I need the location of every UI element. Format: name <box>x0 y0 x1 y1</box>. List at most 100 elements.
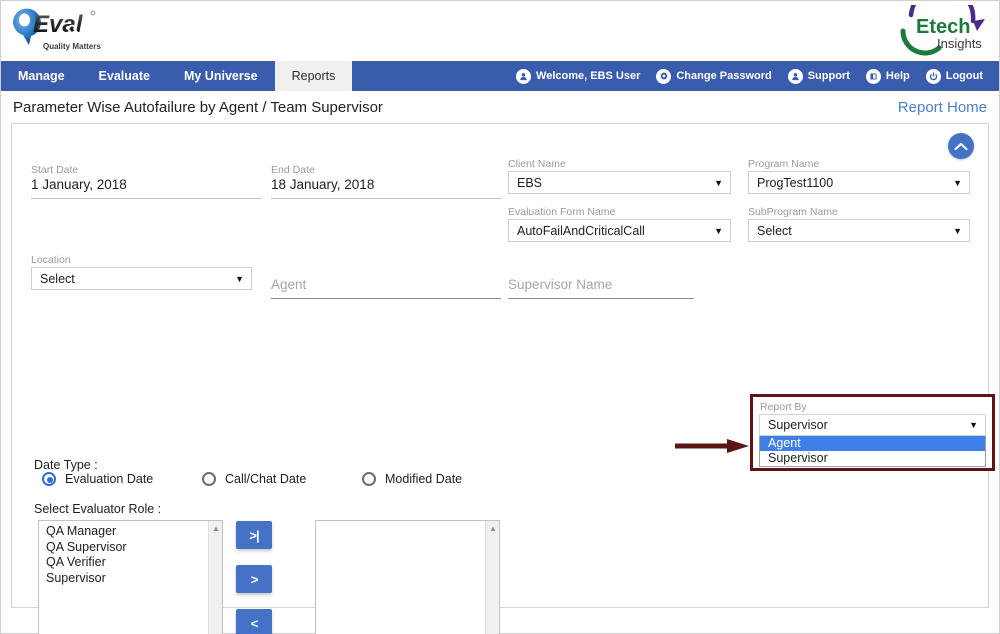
svg-text:Eval: Eval <box>33 11 84 38</box>
report-by-option-agent[interactable]: Agent <box>760 436 985 451</box>
change-password-label: Change Password <box>676 70 771 82</box>
evaluation-form-name-field[interactable]: Evaluation Form Name AutoFailAndCritical… <box>508 206 731 242</box>
evaluator-role-label: Select Evaluator Role : <box>34 502 161 516</box>
report-by-value: Supervisor <box>768 418 828 432</box>
agent-field[interactable]: Agent <box>271 277 501 299</box>
selected-roles-items <box>316 524 485 634</box>
start-date-value[interactable]: 1 January, 2018 <box>31 177 261 199</box>
available-roles-listbox[interactable]: QA Manager QA Supervisor QA Verifier Sup… <box>38 520 223 634</box>
nav-item-manage[interactable]: Manage <box>1 61 82 91</box>
list-item[interactable]: QA Supervisor <box>46 540 201 556</box>
page-title: Parameter Wise Autofailure by Agent / Te… <box>13 99 383 116</box>
filter-panel: Start Date 1 January, 2018 End Date 18 J… <box>11 123 989 608</box>
radio-call-chat-date[interactable]: Call/Chat Date <box>202 472 306 486</box>
main-navigation-bar: Manage Evaluate My Universe Reports Welc… <box>1 61 999 91</box>
location-value: Select <box>40 272 75 286</box>
nav-item-my-universe[interactable]: My Universe <box>167 61 275 91</box>
report-home-link[interactable]: Report Home <box>898 99 987 116</box>
client-name-select[interactable]: EBS ▼ <box>508 171 731 194</box>
logout-label: Logout <box>946 70 983 82</box>
welcome-user-item[interactable]: Welcome, EBS User <box>508 69 648 84</box>
program-name-label: Program Name <box>748 158 970 170</box>
annotation-arrow-icon <box>675 438 751 454</box>
move-left-button[interactable]: < <box>236 609 272 634</box>
utility-nav-group: Welcome, EBS User Change Password Suppor… <box>508 61 999 91</box>
location-field[interactable]: Location Select ▼ <box>31 254 252 290</box>
nav-item-evaluate[interactable]: Evaluate <box>82 61 167 91</box>
chevron-down-icon: ▼ <box>969 420 978 430</box>
help-label: Help <box>886 70 910 82</box>
location-select[interactable]: Select ▼ <box>31 267 252 290</box>
radio-modified-date-label: Modified Date <box>385 472 462 486</box>
client-name-field[interactable]: Client Name EBS ▼ <box>508 158 731 194</box>
start-date-field[interactable]: Start Date 1 January, 2018 <box>31 164 261 199</box>
support-label: Support <box>808 70 850 82</box>
available-roles-scrollbar[interactable]: ▲ ▼ <box>208 521 222 634</box>
chevron-down-icon: ▼ <box>953 226 962 236</box>
move-all-right-button[interactable]: >| <box>236 521 272 549</box>
report-by-option-supervisor[interactable]: Supervisor <box>760 451 985 466</box>
report-by-options-list: Agent Supervisor <box>759 436 986 467</box>
move-right-button[interactable]: > <box>236 565 272 593</box>
program-name-field[interactable]: Program Name ProgTest1100 ▼ <box>748 158 970 194</box>
supervisor-name-input-placeholder[interactable]: Supervisor Name <box>508 277 694 299</box>
start-date-label: Start Date <box>31 164 261 176</box>
chevron-down-icon: ▼ <box>714 178 723 188</box>
radio-evaluation-date-label: Evaluation Date <box>65 472 153 486</box>
list-item[interactable]: Supervisor <box>46 571 201 587</box>
selected-roles-listbox[interactable]: ▲ ▼ <box>315 520 500 634</box>
supervisor-name-field[interactable]: Supervisor Name <box>508 277 694 299</box>
book-icon <box>866 69 881 84</box>
list-item[interactable]: QA Manager <box>46 524 201 540</box>
scroll-up-arrow-icon[interactable]: ▲ <box>486 521 500 535</box>
move-all-right-icon: >| <box>249 528 258 543</box>
radio-indicator <box>42 472 56 486</box>
logout-item[interactable]: Logout <box>918 69 991 84</box>
radio-indicator <box>362 472 376 486</box>
end-date-label: End Date <box>271 164 501 176</box>
etech-insights-logo: Etech Insights <box>899 5 991 57</box>
help-item[interactable]: Help <box>858 69 918 84</box>
program-name-select[interactable]: ProgTest1100 ▼ <box>748 171 970 194</box>
chevron-down-icon: ▼ <box>235 274 244 284</box>
chevron-down-icon: ▼ <box>953 178 962 188</box>
location-label: Location <box>31 254 252 266</box>
radio-indicator <box>202 472 216 486</box>
branding-bar: Eval Quality Matters Etech Insights <box>1 1 999 61</box>
client-name-label: Client Name <box>508 158 731 170</box>
available-roles-items: QA Manager QA Supervisor QA Verifier Sup… <box>39 524 208 634</box>
radio-modified-date[interactable]: Modified Date <box>362 472 462 486</box>
radio-call-chat-date-label: Call/Chat Date <box>225 472 306 486</box>
program-name-value: ProgTest1100 <box>757 176 833 190</box>
scroll-up-arrow-icon[interactable]: ▲ <box>209 521 223 535</box>
svg-text:Quality Matters: Quality Matters <box>43 42 101 51</box>
agent-input-placeholder[interactable]: Agent <box>271 277 501 299</box>
support-item[interactable]: Support <box>780 69 858 84</box>
report-by-label: Report By <box>760 401 986 413</box>
application-window: Eval Quality Matters Etech Insights Mana… <box>0 0 1000 634</box>
welcome-user-label: Welcome, EBS User <box>536 70 640 82</box>
svg-text:Insights: Insights <box>937 36 982 51</box>
selected-roles-scrollbar[interactable]: ▲ ▼ <box>485 521 499 634</box>
subprogram-name-label: SubProgram Name <box>748 206 970 218</box>
nav-item-reports[interactable]: Reports <box>275 61 353 91</box>
chevron-up-icon <box>954 142 968 151</box>
user-icon <box>516 69 531 84</box>
report-by-highlight-group: Report By Supervisor ▼ Agent Supervisor <box>750 394 995 471</box>
subprogram-name-value: Select <box>757 224 792 238</box>
end-date-value[interactable]: 18 January, 2018 <box>271 177 501 199</box>
gear-icon <box>656 69 671 84</box>
move-right-icon: > <box>251 572 258 587</box>
radio-evaluation-date[interactable]: Evaluation Date <box>42 472 153 486</box>
evaluation-form-name-select[interactable]: AutoFailAndCriticalCall ▼ <box>508 219 731 242</box>
client-name-value: EBS <box>517 176 542 190</box>
subprogram-name-select[interactable]: Select ▼ <box>748 219 970 242</box>
page-header-row: Parameter Wise Autofailure by Agent / Te… <box>1 91 999 123</box>
panel-collapse-button[interactable] <box>948 133 974 159</box>
change-password-item[interactable]: Change Password <box>648 69 779 84</box>
evaluation-form-name-value: AutoFailAndCriticalCall <box>517 224 645 238</box>
subprogram-name-field[interactable]: SubProgram Name Select ▼ <box>748 206 970 242</box>
report-by-select[interactable]: Supervisor ▼ <box>759 414 986 436</box>
end-date-field[interactable]: End Date 18 January, 2018 <box>271 164 501 199</box>
list-item[interactable]: QA Verifier <box>46 555 201 571</box>
